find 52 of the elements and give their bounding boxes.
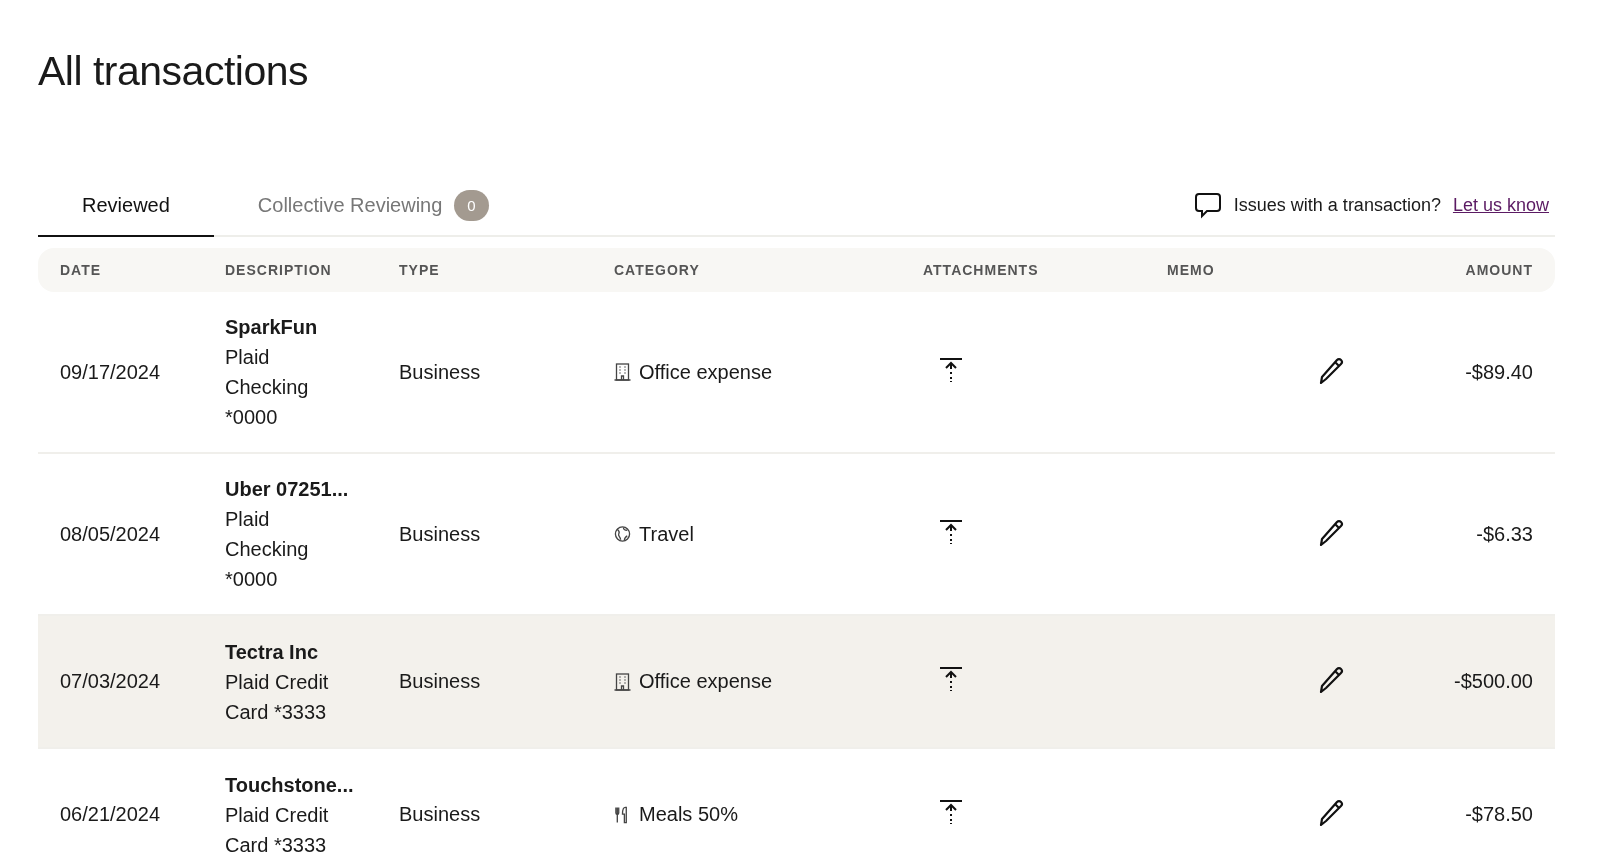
column-header: ATTACHMENTS: [923, 262, 1040, 278]
pencil-icon[interactable]: [1317, 355, 1345, 384]
merchant-name: Touchstone...: [225, 772, 355, 798]
date-cell-text: 06/21/2024: [60, 803, 162, 826]
column-header: DATE: [60, 262, 103, 278]
feedback-text: Issues with a transaction?: [1233, 195, 1441, 216]
transaction-row[interactable]: 07/03/2024 Tectra Inc Plaid Credit Card *3333 Business Office expense -$500.00: [38, 616, 1555, 749]
amount-cell-text: -$78.50: [1464, 803, 1533, 826]
type-cell-text: Business: [399, 670, 482, 693]
building-icon: [614, 363, 631, 381]
pencil-icon[interactable]: [1317, 517, 1345, 546]
amount-cell-text: -$500.00: [1453, 670, 1533, 693]
category-label: Meals 50%: [639, 803, 738, 826]
category-label: Office expense: [639, 670, 773, 693]
pencil-icon[interactable]: [1317, 798, 1345, 826]
transaction-row[interactable]: 06/21/2024 Touchstone... Plaid Credit Card *3333 Business Meals 50% -$78.50: [38, 749, 1555, 863]
column-header: CATEGORY: [614, 262, 701, 278]
building-icon: [614, 672, 631, 691]
upload-icon[interactable]: [939, 356, 963, 383]
tab[interactable]: Reviewed: [38, 176, 214, 237]
amount-cell-text: -$89.40: [1464, 360, 1533, 384]
column-header: MEMO: [1167, 262, 1216, 278]
page-title: All transactions: [38, 47, 309, 96]
date-cell-text: 07/03/2024: [60, 670, 162, 693]
category-label: Travel: [639, 522, 694, 546]
let-us-know-link[interactable]: Let us know: [1452, 195, 1549, 216]
upload-icon[interactable]: [939, 666, 963, 692]
column-header: DESCRIPTION: [225, 262, 333, 278]
column-header: TYPE: [399, 262, 441, 278]
type-cell-text: Business: [399, 360, 482, 384]
category-label: Office expense: [639, 360, 773, 384]
account-name: Plaid Credit Card *3333: [225, 669, 330, 725]
date-cell-text: 08/05/2024: [60, 522, 162, 546]
tab[interactable]: Collective Reviewing 0: [213, 176, 533, 237]
count-badge: 0: [454, 190, 489, 221]
globe-icon: [614, 525, 631, 543]
merchant-name: SparkFun: [225, 315, 319, 340]
account-name: Plaid Credit Card *3333: [225, 802, 330, 858]
type-cell-text: Business: [399, 522, 482, 546]
account-name: Plaid Checking *0000: [225, 345, 310, 430]
upload-icon[interactable]: [939, 518, 963, 545]
upload-icon[interactable]: [939, 799, 963, 825]
chat-bubble-icon: [1193, 192, 1222, 219]
amount-cell-text: -$6.33: [1475, 522, 1533, 546]
type-cell-text: Business: [399, 803, 482, 826]
date-cell-text: 09/17/2024: [60, 360, 162, 384]
account-name: Plaid Checking *0000: [225, 507, 310, 592]
column-header: AMOUNT: [1464, 262, 1533, 278]
merchant-name: Tectra Inc: [225, 639, 319, 665]
merchant-name: Uber 07251...: [225, 477, 350, 502]
transaction-row[interactable]: 09/17/2024 SparkFun Plaid Checking *0000 Business Office expense -$89.40: [38, 292, 1555, 454]
pencil-icon[interactable]: [1317, 665, 1345, 693]
